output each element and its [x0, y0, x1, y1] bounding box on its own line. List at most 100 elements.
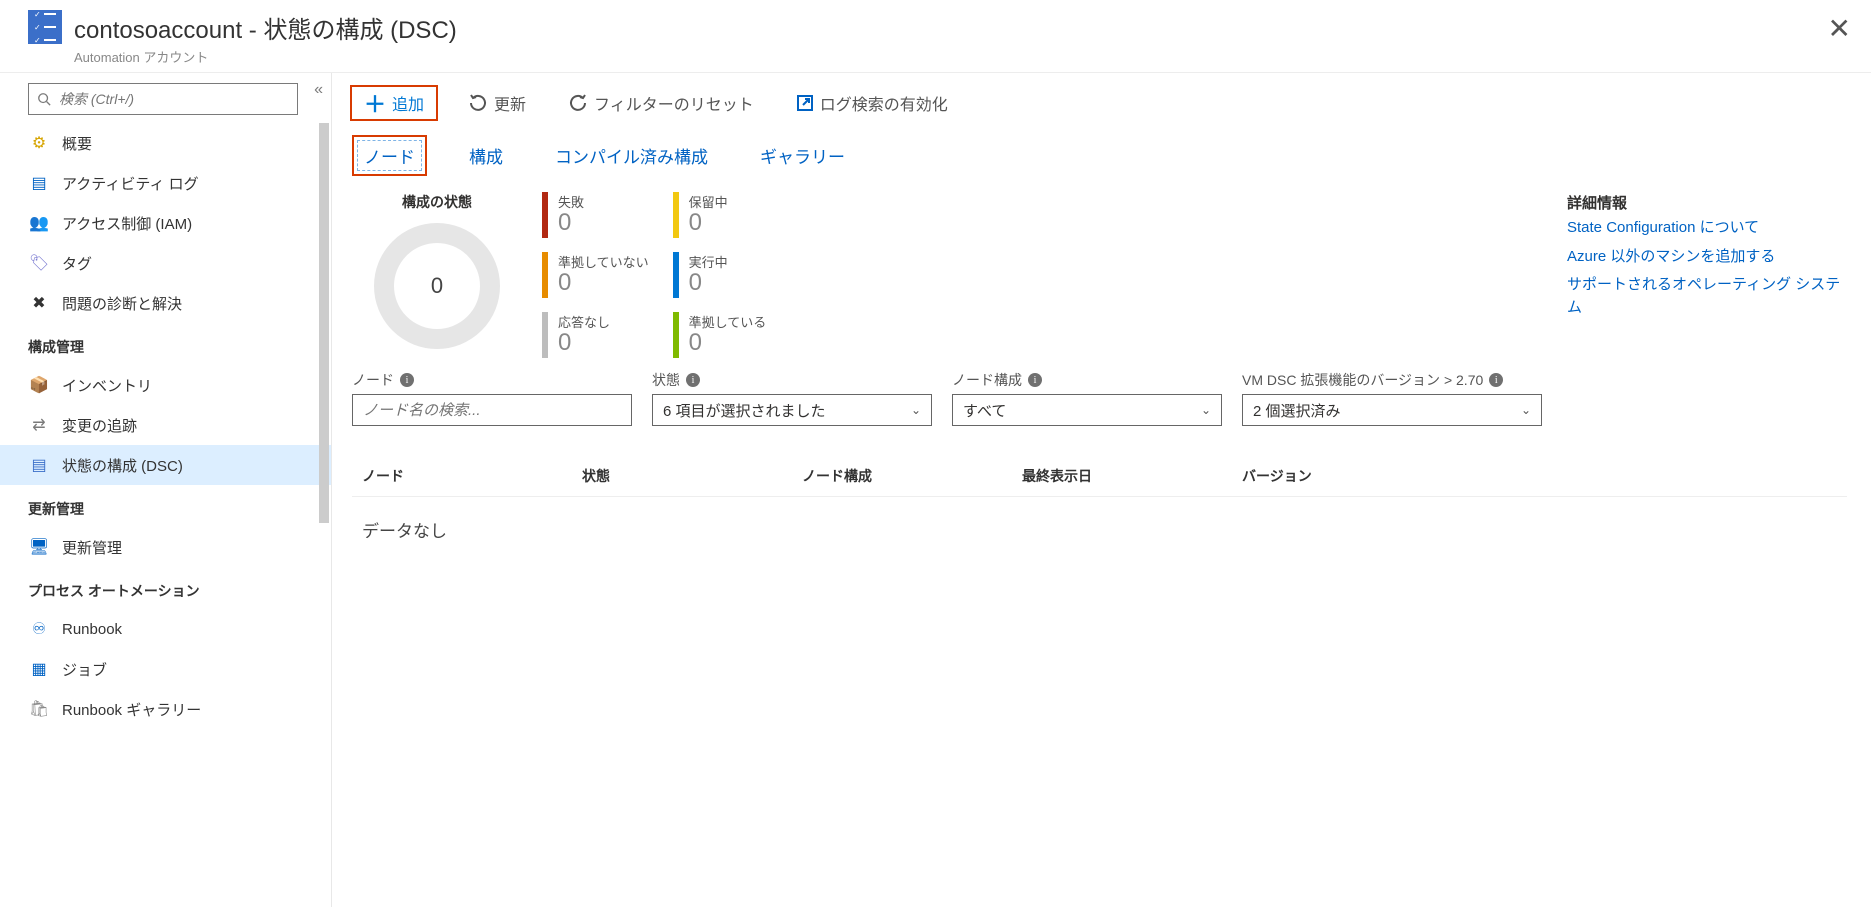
chevron-down-icon: ⌄: [911, 403, 921, 417]
page-title: contosoaccount - 状態の構成 (DSC): [74, 10, 457, 45]
donut-chart: 0: [367, 216, 507, 356]
page-header: ✓ ✓ ✓ contosoaccount - 状態の構成 (DSC) Autom…: [0, 0, 1871, 73]
reset-filter-button[interactable]: フィルターのリセット: [556, 85, 766, 121]
info-icon[interactable]: i: [1489, 373, 1503, 387]
sidebar-item-overview[interactable]: ⚙概要: [0, 123, 331, 163]
tabs: ノード 構成 コンパイル済み構成 ギャラリー: [332, 135, 1871, 176]
add-button[interactable]: ＋追加: [350, 85, 438, 121]
sidebar-item-label: 変更の追跡: [62, 415, 137, 436]
col-lastseen[interactable]: 最終表示日: [1022, 466, 1242, 486]
sidebar-item-inventory[interactable]: 📦 インベントリ: [0, 365, 331, 405]
button-label: 更新: [494, 91, 526, 115]
runbook-icon: ♾: [28, 618, 50, 640]
search-icon: [37, 92, 51, 106]
filter-state: 状態 i 6 項目が選択されました⌄: [652, 370, 932, 426]
legend-failed: 失敗0: [542, 192, 649, 238]
refresh-button[interactable]: 更新: [456, 85, 538, 121]
log-icon: ▤: [28, 172, 50, 194]
sidebar-section-update-mgmt: 更新管理: [0, 491, 331, 527]
sidebar-item-iam[interactable]: 👥 アクセス制御 (IAM): [0, 203, 331, 243]
people-icon: 👥: [28, 212, 50, 234]
donut-total: 0: [367, 216, 507, 356]
sidebar-item-label: アクティビティ ログ: [62, 173, 199, 194]
sidebar-item-runbook-gallery[interactable]: 🛍Runbook ギャラリー: [0, 689, 331, 729]
box-icon: 📦: [28, 374, 50, 396]
plus-icon: ＋: [364, 87, 386, 119]
table-empty-message: データなし: [352, 496, 1847, 562]
state-select[interactable]: 6 項目が選択されました⌄: [652, 394, 932, 426]
info-icon[interactable]: i: [686, 373, 700, 387]
version-select[interactable]: 2 個選択済み ⌄: [1242, 394, 1542, 426]
col-state[interactable]: 状態: [582, 466, 802, 486]
page-subtitle: Automation アカウント: [74, 47, 457, 66]
info-icon[interactable]: i: [400, 373, 414, 387]
node-search-input[interactable]: [352, 394, 632, 426]
close-button[interactable]: ✕: [1828, 12, 1851, 45]
info-link-add-nonazure[interactable]: Azure 以外のマシンを追加する: [1567, 246, 1847, 269]
monitor-icon: 🖥: [28, 536, 50, 558]
info-link-about[interactable]: State Configuration について: [1567, 217, 1847, 240]
sidebar-item-activity-log[interactable]: ▤ アクティビティ ログ: [0, 163, 331, 203]
col-node[interactable]: ノード: [362, 466, 582, 486]
sidebar-scrollbar[interactable]: [319, 123, 329, 523]
gear-icon: ⚙: [28, 132, 50, 154]
filter-label: ノード: [352, 370, 394, 390]
sidebar-item-label: Runbook ギャラリー: [62, 699, 201, 720]
refresh-icon: [468, 93, 488, 113]
tab-config[interactable]: 構成: [459, 137, 513, 174]
refresh-icon: [568, 93, 588, 113]
info-icon[interactable]: i: [1028, 373, 1042, 387]
legend-noresponse: 応答なし0: [542, 312, 649, 358]
sidebar-item-label: タグ: [62, 253, 92, 274]
sidebar-item-label: インベントリ: [62, 375, 152, 396]
sidebar-search[interactable]: [28, 83, 298, 115]
sidebar-item-tags[interactable]: 🏷タグ: [0, 243, 331, 283]
sidebar-item-label: 状態の構成 (DSC): [62, 455, 183, 476]
status-summary: 構成の状態 0: [352, 192, 522, 358]
sidebar-item-label: Runbook: [62, 621, 122, 638]
sidebar: « ⚙概要 ▤ アクティビティ ログ 👥 アクセス制御 (IAM) 🏷タグ ✖問題の…: [0, 73, 332, 907]
select-value: 2 個選択済み: [1253, 400, 1341, 421]
info-link-supported-os[interactable]: サポートされるオペレーティング システム: [1567, 274, 1847, 319]
select-value: すべて: [963, 400, 1006, 421]
sidebar-item-label: 更新管理: [62, 537, 122, 558]
tab-compiled-config[interactable]: コンパイル済み構成: [545, 137, 718, 174]
nodes-table: ノード 状態 ノード構成 最終表示日 バージョン データなし: [332, 426, 1871, 562]
tools-icon: ✖: [28, 292, 50, 314]
legend-pending: 保留中0: [673, 192, 767, 238]
button-label: ログ検索の有効化: [820, 91, 948, 115]
external-link-icon: [796, 94, 814, 112]
filter-label: VM DSC 拡張機能のバージョン > 2.70: [1242, 370, 1483, 390]
sidebar-item-diagnose[interactable]: ✖問題の診断と解決: [0, 283, 331, 323]
legend-compliant: 準拠している0: [673, 312, 767, 358]
enable-log-search-button[interactable]: ログ検索の有効化: [784, 85, 960, 121]
legend-running: 実行中0: [673, 252, 767, 298]
collapse-sidebar-button[interactable]: «: [314, 81, 323, 99]
sidebar-item-dsc[interactable]: ▤状態の構成 (DSC): [0, 445, 331, 485]
automation-account-icon: ✓ ✓ ✓: [28, 10, 62, 44]
grid-icon: ▦: [28, 658, 50, 680]
filter-label: 状態: [652, 370, 680, 390]
chevron-down-icon: ⌄: [1521, 403, 1531, 417]
sidebar-item-runbook[interactable]: ♾ Runbook: [0, 609, 331, 649]
filter-node: ノード i: [352, 370, 632, 426]
filter-bar: ノード i 状態 i 6 項目が選択されました⌄ ノード構成 i すべて ⌄ VM DS…: [332, 358, 1871, 426]
sidebar-item-update-mgmt[interactable]: 🖥 更新管理: [0, 527, 331, 567]
sidebar-search-input[interactable]: [57, 90, 289, 108]
filter-label: ノード構成: [952, 370, 1022, 390]
button-label: フィルターのリセット: [594, 91, 754, 115]
sidebar-item-jobs[interactable]: ▦ ジョブ: [0, 649, 331, 689]
col-nodecfg[interactable]: ノード構成: [802, 466, 1022, 486]
status-title: 構成の状態: [352, 192, 522, 212]
col-version[interactable]: バージョン: [1242, 466, 1422, 486]
chevron-down-icon: ⌄: [1201, 403, 1211, 417]
status-legend: 失敗0 準拠していない0 応答なし0 保留中0 実行中0 準拠している0: [542, 192, 766, 358]
sidebar-item-change-tracking[interactable]: ⇄変更の追跡: [0, 405, 331, 445]
tab-gallery[interactable]: ギャラリー: [750, 137, 855, 174]
nodecfg-select[interactable]: すべて ⌄: [952, 394, 1222, 426]
toolbar: ＋追加 更新 フィルターのリセット ログ検索の有効化: [332, 73, 1871, 129]
legend-noncompliant: 準拠していない0: [542, 252, 649, 298]
tab-nodes[interactable]: ノード: [352, 135, 427, 176]
sidebar-item-label: ジョブ: [62, 659, 107, 680]
sidebar-item-label: アクセス制御 (IAM): [62, 213, 192, 234]
